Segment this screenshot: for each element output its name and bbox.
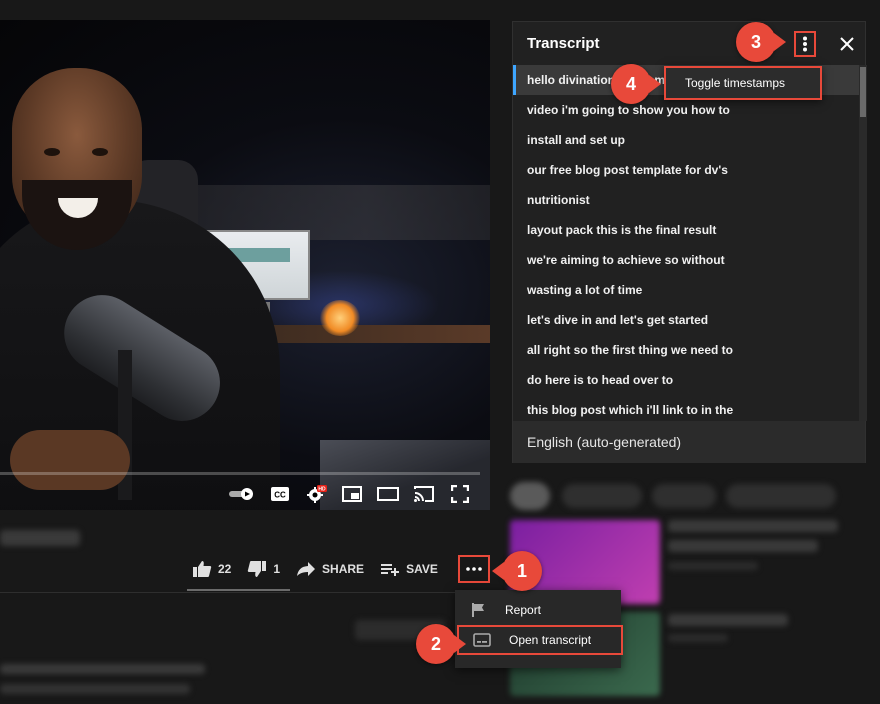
callout-pointer	[454, 635, 466, 653]
transcript-scrollbar[interactable]	[859, 65, 867, 421]
scrollbar-thumb[interactable]	[860, 67, 866, 117]
transcript-segment[interactable]: layout pack this is the final result	[513, 215, 859, 245]
svg-text:HD: HD	[318, 487, 326, 493]
settings-gear-icon[interactable]: HD	[304, 483, 328, 505]
transcript-segment[interactable]: do here is to head over to	[513, 365, 859, 395]
dislike-button[interactable]: 1	[247, 560, 280, 578]
transcript-segment[interactable]: install and set up	[513, 125, 859, 155]
share-label: SHARE	[322, 562, 365, 576]
like-count: 22	[218, 562, 232, 576]
progress-bar[interactable]	[0, 472, 480, 475]
recommendation-meta	[668, 634, 728, 642]
chip-blurred	[562, 484, 642, 508]
more-actions-button[interactable]	[458, 555, 490, 583]
background-lamp	[320, 300, 360, 336]
dislike-count: 1	[273, 562, 281, 576]
recommendation-title	[668, 520, 838, 532]
cast-icon[interactable]	[412, 483, 436, 505]
transcript-segment[interactable]: nutritionist	[513, 185, 859, 215]
transcript-segment[interactable]: this blog post which i'll link to in the	[513, 395, 859, 421]
transcript-segment[interactable]: all right so the first thing we need to	[513, 335, 859, 365]
open-transcript-label: Open transcript	[509, 633, 592, 647]
recommendation-title	[668, 540, 818, 552]
svg-text:CC: CC	[274, 491, 286, 500]
recommendation-meta	[668, 562, 758, 570]
miniplayer-icon[interactable]	[340, 483, 364, 505]
autoplay-toggle-icon[interactable]	[228, 483, 256, 505]
transcript-segments: hello divination a om video i'm going to …	[513, 65, 859, 421]
video-title-blurred	[0, 530, 80, 546]
share-icon	[297, 562, 316, 576]
transcript-segment[interactable]: we're aiming to achieve so without	[513, 245, 859, 275]
player-controls: CC HD	[228, 482, 472, 506]
playlist-add-icon	[381, 564, 400, 576]
step-callout-2: 2	[416, 624, 456, 664]
description-blurred	[0, 684, 190, 694]
toggle-timestamps-item[interactable]: Toggle timestamps	[666, 68, 820, 98]
transcript-title: Transcript	[527, 35, 600, 52]
save-label: SAVE	[406, 562, 438, 576]
thumbs-down-icon	[248, 561, 267, 577]
callout-pointer	[774, 33, 786, 51]
more-actions-menu: Report Open transcript	[455, 590, 623, 668]
transcript-icon	[473, 633, 491, 647]
transcript-header: Transcript	[513, 22, 865, 66]
like-button[interactable]: 22	[192, 560, 231, 578]
transcript-segment[interactable]: our free blog post template for dv's	[513, 155, 859, 185]
transcript-segment[interactable]: let's dive in and let's get started	[513, 305, 859, 335]
transcript-more-button[interactable]	[794, 31, 816, 57]
fullscreen-icon[interactable]	[448, 483, 472, 505]
theater-mode-icon[interactable]	[376, 483, 400, 505]
more-horizontal-icon	[466, 567, 482, 571]
step-callout-4: 4	[611, 64, 651, 104]
transcript-close-button[interactable]	[835, 32, 859, 56]
presenter-hands	[10, 430, 130, 490]
captions-icon[interactable]: CC	[268, 483, 292, 505]
presenter-eye	[92, 148, 108, 156]
description-blurred	[0, 664, 205, 674]
report-label: Report	[505, 603, 542, 617]
close-icon	[840, 37, 854, 51]
kebab-menu-icon	[803, 36, 807, 52]
like-ratio-bar	[187, 589, 290, 591]
presenter-eye	[44, 148, 60, 156]
video-player[interactable]: CC HD	[0, 20, 490, 510]
report-menu-item[interactable]: Report	[455, 595, 621, 625]
transcript-segment[interactable]: wasting a lot of time	[513, 275, 859, 305]
step-callout-3: 3	[736, 22, 776, 62]
video-actions: 22 1 SHARE SAVE	[192, 555, 454, 583]
share-button[interactable]: SHARE	[296, 561, 364, 577]
transcript-language-selector[interactable]: English (auto-generated)	[513, 421, 865, 463]
open-transcript-menu-item[interactable]: Open transcript	[457, 625, 623, 655]
chip-blurred	[510, 482, 550, 510]
flag-icon	[472, 603, 484, 617]
step-callout-1: 1	[502, 551, 542, 591]
divider	[0, 592, 500, 593]
recommendation-title	[668, 614, 788, 626]
callout-pointer	[649, 75, 661, 93]
thumbs-up-icon	[193, 561, 212, 577]
transcript-options-menu: Toggle timestamps	[664, 66, 822, 100]
chip-blurred	[726, 484, 836, 508]
callout-pointer	[492, 562, 504, 580]
save-button[interactable]: SAVE	[380, 561, 438, 577]
chip-blurred	[652, 484, 716, 508]
